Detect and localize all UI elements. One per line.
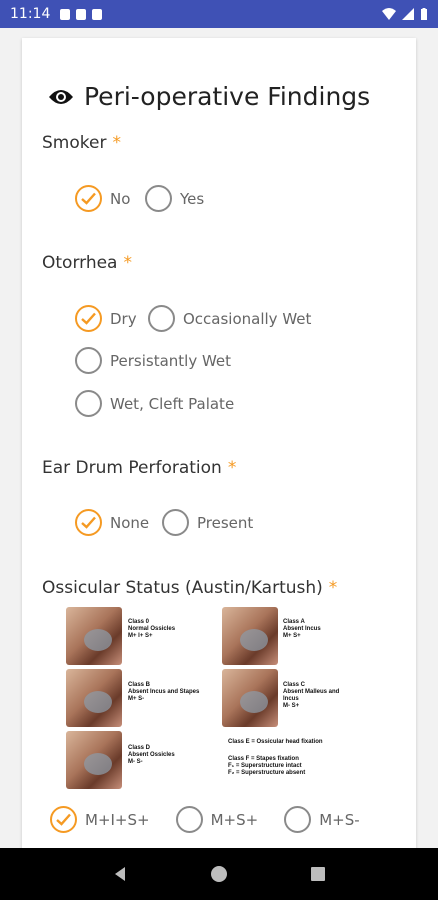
otorrhea-option-occasionally-wet[interactable]: Occasionally Wet [148,305,311,332]
eye-icon [49,89,73,104]
radio-checked[interactable] [50,806,77,833]
notification-icon [76,8,87,20]
perforation-label: Ear Drum Perforation * [42,458,237,478]
radio-unchecked[interactable] [148,305,175,332]
radio-checked[interactable] [75,509,102,536]
otorrhea-option-dry[interactable]: Dry [75,305,137,332]
otorrhea-option-wet-cleft-palate[interactable]: Wet, Cleft Palate [75,390,234,417]
class-0-text: Class 0 Normal Ossicles M+ I+ S+ [128,619,176,639]
notification-icon [92,8,103,20]
ossicular-options-row: M+I+S+ M+S+ M+S- [50,806,360,833]
page-title: Peri-operative Findings [84,82,371,111]
otorrhea-option-persistantly-wet[interactable]: Persistantly Wet [75,347,231,374]
ossicular-label: Ossicular Status (Austin/Kartush) * [42,578,338,598]
radio-unchecked[interactable] [145,185,172,212]
perforation-option-none[interactable]: None [75,509,149,536]
radio-checked[interactable] [75,185,102,212]
ossicle-image [66,607,122,665]
smoker-option-yes[interactable]: Yes [145,185,204,212]
perforation-option-present[interactable]: Present [162,509,253,536]
smoker-label: Smoker * [42,133,121,153]
status-bar: 11:14 [0,0,438,28]
class-f-text: Class F = Stapes fixation F₁ = Superstru… [228,756,306,776]
radio-unchecked[interactable] [162,509,189,536]
class-c-text: Class C Absent Malleus and Incus M- S+ [283,682,340,709]
radio-unchecked[interactable] [75,347,102,374]
ossicle-image [66,669,122,727]
radio-unchecked[interactable] [175,806,203,833]
recents-icon[interactable] [309,865,327,883]
radio-unchecked[interactable] [284,806,312,833]
radio-checked[interactable] [75,305,102,332]
battery-icon [421,7,427,20]
class-b-text: Class B Absent Incus and Stapes M+ S- [128,682,200,702]
class-a-text: Class A Absent Incus M+ S+ [283,619,321,639]
ossicular-option-1[interactable]: M+S+ [175,806,258,833]
radio-unchecked[interactable] [75,390,102,417]
ossicle-image [222,669,278,727]
back-icon[interactable] [111,865,129,883]
class-e-text: Class E = Ossicular head fixation [228,739,323,745]
ossicular-classification-diagram: Class 0 Normal Ossicles M+ I+ S+ Class A… [42,605,354,795]
header: Peri-operative Findings [48,82,370,111]
ossicular-option-0[interactable]: M+I+S+ [50,806,150,833]
ossicle-image [66,731,122,789]
home-icon[interactable] [210,865,228,883]
notification-icon [60,8,71,20]
otorrhea-label: Otorrhea * [42,253,132,273]
ossicular-option-2[interactable]: M+S- [284,806,360,833]
navigation-bar [0,848,438,900]
smoker-option-no[interactable]: No [75,185,130,212]
status-time: 11:14 [10,6,51,22]
class-d-text: Class D Absent Ossicles M- S- [128,745,175,765]
wifi-icon [382,8,396,20]
ossicle-image [222,607,278,665]
signal-icon [402,8,414,20]
